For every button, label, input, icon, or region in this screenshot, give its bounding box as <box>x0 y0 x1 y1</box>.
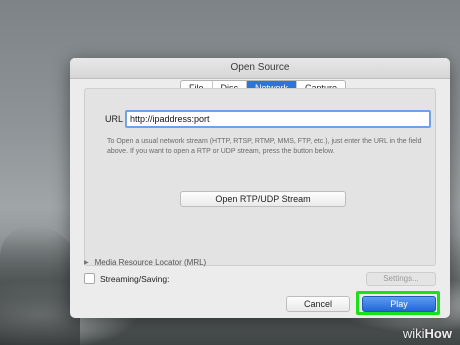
streaming-checkbox[interactable] <box>84 273 95 284</box>
cancel-button[interactable]: Cancel <box>286 296 350 312</box>
open-rtp-udp-stream-button[interactable]: Open RTP/UDP Stream <box>180 191 346 207</box>
mrl-label: Media Resource Locator (MRL) <box>94 258 207 267</box>
settings-button[interactable]: Settings... <box>366 272 436 286</box>
wikihow-watermark: wikiHow <box>403 326 452 341</box>
url-label: URL <box>105 114 124 124</box>
background-tree <box>0 225 80 345</box>
streaming-label: Streaming/Saving: <box>100 273 170 284</box>
watermark-prefix: wiki <box>402 326 425 341</box>
open-source-dialog: Open Source File Disc Network Capture UR… <box>70 58 450 318</box>
url-input[interactable] <box>125 110 431 128</box>
play-button[interactable]: Play <box>362 296 436 312</box>
dialog-title: Open Source <box>70 58 450 79</box>
network-panel: URL To Open a usual network stream (HTTP… <box>84 88 436 266</box>
disclosure-triangle-icon: ▶ <box>84 260 89 266</box>
mrl-disclosure[interactable]: ▶ Media Resource Locator (MRL) <box>84 258 206 267</box>
watermark-suffix: How <box>424 326 452 341</box>
streaming-row: Streaming/Saving: <box>84 273 169 284</box>
help-text: To Open a usual network stream (HTTP, RT… <box>107 138 422 155</box>
